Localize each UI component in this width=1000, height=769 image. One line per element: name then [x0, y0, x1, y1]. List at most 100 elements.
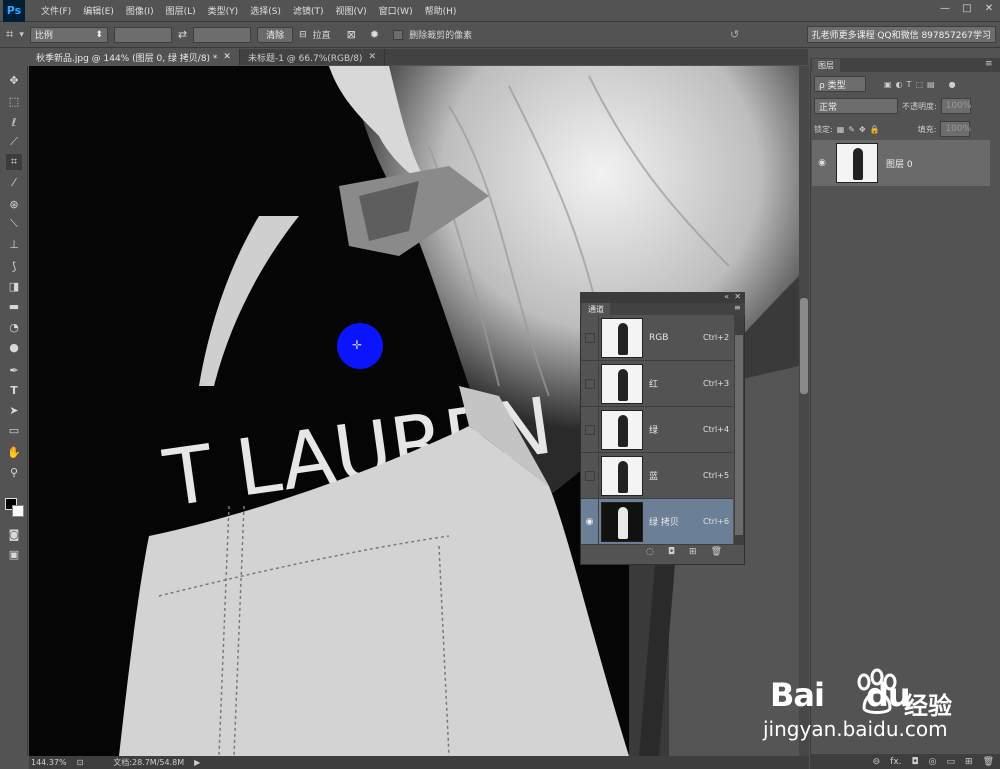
menu-edit[interactable]: 编辑(E) — [77, 4, 120, 17]
channel-row-green[interactable]: 绿 Ctrl+4 — [581, 407, 733, 453]
type-tool-icon[interactable]: T — [6, 382, 22, 398]
vertical-scrollbar[interactable] — [799, 66, 809, 756]
quick-mask-icon[interactable]: ◙ — [6, 526, 22, 542]
gradient-tool-icon[interactable]: ▬ — [6, 298, 22, 314]
eraser-tool-icon[interactable]: ◨ — [6, 278, 22, 294]
visibility-toggle[interactable] — [581, 407, 599, 452]
filter-type-icon[interactable]: T — [907, 80, 912, 89]
channel-row-green-copy[interactable]: ◉ 绿 拷贝 Ctrl+6 — [581, 499, 733, 545]
lock-paint-icon[interactable]: ✎ — [848, 125, 855, 134]
crop-tool-icon[interactable]: ⌗ — [6, 27, 13, 42]
mask-icon[interactable]: ◘ — [912, 757, 919, 767]
filter-adjust-icon[interactable]: ◐ — [896, 80, 903, 89]
channels-scroll-thumb[interactable] — [735, 335, 743, 535]
fx-icon[interactable]: fx. — [890, 757, 901, 767]
rectangle-tool-icon[interactable]: ▭ — [6, 422, 22, 438]
vertical-scroll-thumb[interactable] — [800, 298, 808, 394]
screen-mode-icon[interactable]: ▣ — [6, 546, 22, 562]
move-tool-icon[interactable]: ✥ — [6, 72, 22, 88]
export-icon[interactable]: ⊡ — [77, 758, 84, 767]
quick-select-tool-icon[interactable]: ⟋ — [6, 134, 22, 150]
crop-tool-icon[interactable]: ⌗ — [6, 154, 22, 170]
straighten-label[interactable]: 拉直 — [313, 28, 331, 41]
new-channel-icon[interactable]: ⊞ — [689, 547, 697, 557]
channel-row-rgb[interactable]: RGB Ctrl+2 — [581, 315, 733, 361]
channels-title-bar[interactable]: « ✕ — [580, 292, 745, 303]
tab-autumn-new[interactable]: 秋季新品.jpg @ 144% (图层 0, 绿 拷贝/8) * ✕ — [28, 49, 240, 65]
trash-icon[interactable]: 🗑 — [983, 757, 994, 767]
filter-shape-icon[interactable]: ⬚ — [915, 80, 923, 89]
marquee-tool-icon[interactable]: ⬚ — [6, 93, 22, 109]
adjustment-icon[interactable]: ◎ — [929, 757, 937, 767]
filter-pixel-icon[interactable]: ▣ — [884, 80, 892, 89]
visibility-toggle[interactable] — [581, 361, 599, 406]
workspace-field[interactable]: 孔老师更多课程 QQ和微信 897857267学习 — [806, 26, 996, 43]
swap-icon[interactable]: ⇄ — [178, 28, 187, 41]
layer-row[interactable]: ◉ 图层 0 — [812, 140, 990, 186]
menu-image[interactable]: 图像(I) — [120, 4, 160, 17]
close-icon[interactable]: ✕ — [368, 52, 376, 62]
filter-toggle-icon[interactable]: ● — [949, 80, 956, 89]
lasso-tool-icon[interactable]: ℓ — [6, 114, 22, 130]
filter-smart-icon[interactable]: ▤ — [927, 80, 935, 89]
visibility-toggle[interactable] — [581, 315, 599, 360]
maximize-button[interactable]: □ — [956, 0, 978, 16]
path-select-tool-icon[interactable]: ➤ — [6, 402, 22, 418]
folder-icon[interactable]: ▭ — [947, 757, 956, 767]
tool-preset-arrow-icon[interactable]: ▾ — [19, 30, 24, 40]
lock-move-icon[interactable]: ✥ — [859, 125, 866, 134]
zoom-tool-icon[interactable]: ⚲ — [6, 464, 22, 480]
ratio-select[interactable]: 比例 ⬍ — [29, 26, 108, 43]
tab-layers[interactable]: 图层 — [812, 59, 840, 72]
close-icon[interactable]: ✕ — [223, 52, 231, 62]
load-selection-icon[interactable]: ◌ — [646, 547, 654, 557]
lock-all-icon[interactable]: 🔒 — [870, 125, 880, 134]
menu-type[interactable]: 类型(Y) — [202, 4, 245, 17]
menu-layer[interactable]: 图层(L) — [160, 4, 202, 17]
save-selection-icon[interactable]: ◘ — [668, 547, 675, 557]
collapse-icon[interactable]: « — [724, 292, 729, 301]
delete-cropped-checkbox[interactable] — [393, 29, 404, 40]
minimize-button[interactable]: — — [934, 0, 956, 16]
fill-field[interactable]: 100% — [940, 121, 971, 137]
delete-channel-icon[interactable]: 🗑 — [711, 547, 722, 557]
layer-filter-select[interactable]: ρ 类型 — [814, 76, 866, 92]
visibility-toggle[interactable] — [581, 453, 599, 498]
brush-tool-icon[interactable]: ⟍ — [6, 216, 22, 232]
tab-untitled[interactable]: 未标题-1 @ 66.7%(RGB/8) ✕ — [240, 49, 385, 65]
lock-pixels-icon[interactable]: ▦ — [837, 125, 845, 134]
menu-select[interactable]: 选择(S) — [244, 4, 287, 17]
clone-stamp-tool-icon[interactable]: ⊥ — [6, 236, 22, 252]
layer-name[interactable]: 图层 0 — [886, 157, 913, 170]
menu-file[interactable]: 文件(F) — [35, 4, 77, 17]
opacity-field[interactable]: 100% — [940, 98, 971, 114]
dodge-tool-icon[interactable]: ● — [6, 339, 22, 355]
zoom-level[interactable]: 144.37% — [31, 758, 67, 767]
tab-channels[interactable]: 通道 — [582, 303, 610, 315]
hand-tool-icon[interactable]: ✋ — [6, 444, 22, 460]
menu-view[interactable]: 视图(V) — [329, 4, 372, 17]
menu-help[interactable]: 帮助(H) — [419, 4, 463, 17]
pen-tool-icon[interactable]: ✒ — [6, 362, 22, 378]
blur-tool-icon[interactable]: ◔ — [6, 319, 22, 335]
overlay-icon[interactable]: ⊠ — [347, 28, 356, 41]
channel-row-blue[interactable]: 蓝 Ctrl+5 — [581, 453, 733, 499]
eyedropper-tool-icon[interactable]: ⁄ — [6, 174, 22, 190]
visibility-toggle[interactable]: ◉ — [581, 499, 599, 544]
gear-icon[interactable]: ✹ — [370, 28, 379, 41]
history-brush-tool-icon[interactable]: ⟆ — [6, 258, 22, 274]
menu-filter[interactable]: 滤镜(T) — [287, 4, 330, 17]
width-field[interactable] — [113, 26, 172, 43]
panel-menu-icon[interactable]: ≡ — [734, 303, 741, 312]
close-icon[interactable]: ✕ — [734, 292, 741, 301]
panel-menu-icon[interactable]: ≡ — [985, 59, 993, 69]
healing-brush-tool-icon[interactable]: ⊛ — [6, 196, 22, 212]
reset-icon[interactable]: ↺ — [730, 28, 739, 41]
blend-mode-select[interactable]: 正常 — [814, 98, 898, 114]
straighten-icon[interactable]: ⊟ — [299, 30, 307, 40]
new-layer-icon[interactable]: ⊞ — [965, 757, 973, 767]
menu-window[interactable]: 窗口(W) — [373, 4, 419, 17]
background-color-swatch[interactable] — [12, 505, 24, 517]
link-icon[interactable]: ⊖ — [873, 757, 881, 767]
clear-button[interactable]: 清除 — [257, 26, 294, 43]
